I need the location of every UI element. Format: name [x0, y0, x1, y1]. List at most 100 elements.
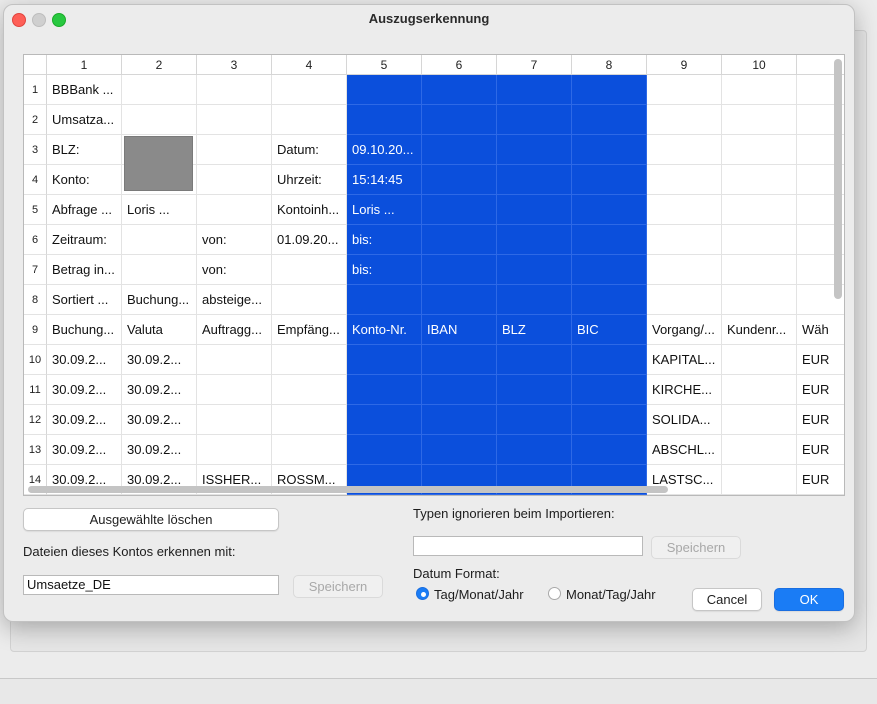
table-cell[interactable]: BBBank ...	[47, 75, 122, 105]
table-cell[interactable]	[722, 255, 797, 285]
table-cell[interactable]: von:	[197, 255, 272, 285]
row-header[interactable]: 9	[24, 315, 47, 345]
table-cell[interactable]	[572, 285, 647, 315]
table-cell[interactable]	[722, 375, 797, 405]
table-cell[interactable]: 30.09.2...	[122, 375, 197, 405]
row-header[interactable]: 11	[24, 375, 47, 405]
table-cell[interactable]	[497, 75, 572, 105]
table-cell[interactable]: KIRCHE...	[647, 375, 722, 405]
table-cell[interactable]	[722, 225, 797, 255]
table-cell[interactable]: KAPITAL...	[647, 345, 722, 375]
table-cell[interactable]	[272, 75, 347, 105]
vertical-scrollbar[interactable]	[834, 59, 842, 299]
column-header[interactable]: 5	[347, 55, 422, 75]
table-cell[interactable]: 30.09.2...	[122, 345, 197, 375]
table-cell[interactable]	[572, 75, 647, 105]
table-cell[interactable]	[497, 345, 572, 375]
table-cell[interactable]	[422, 225, 497, 255]
delete-selected-button[interactable]: Ausgewählte löschen	[23, 508, 279, 531]
table-cell[interactable]	[572, 105, 647, 135]
table-cell[interactable]	[422, 435, 497, 465]
column-header[interactable]: 10	[722, 55, 797, 75]
table-cell[interactable]	[722, 135, 797, 165]
table-cell[interactable]: IBAN	[422, 315, 497, 345]
column-header[interactable]: 6	[422, 55, 497, 75]
table-cell[interactable]	[497, 405, 572, 435]
table-cell[interactable]	[197, 75, 272, 105]
ok-button[interactable]: OK	[774, 588, 844, 611]
table-cell[interactable]: bis:	[347, 225, 422, 255]
table-cell[interactable]	[347, 375, 422, 405]
row-header[interactable]: 10	[24, 345, 47, 375]
table-cell[interactable]: Zeitraum:	[47, 225, 122, 255]
table-cell[interactable]: Datum:	[272, 135, 347, 165]
table-cell[interactable]: SOLIDA...	[647, 405, 722, 435]
table-cell[interactable]: Kontoinh...	[272, 195, 347, 225]
table-cell[interactable]: Empfäng...	[272, 315, 347, 345]
table-cell[interactable]	[197, 405, 272, 435]
table-cell[interactable]: absteige...	[197, 285, 272, 315]
table-cell[interactable]	[647, 225, 722, 255]
table-cell[interactable]	[197, 435, 272, 465]
table-cell[interactable]	[497, 195, 572, 225]
table-cell[interactable]	[422, 285, 497, 315]
table-cell[interactable]: Valuta	[122, 315, 197, 345]
table-cell[interactable]	[347, 75, 422, 105]
table-cell[interactable]: EUR	[797, 405, 844, 435]
table-cell[interactable]	[347, 435, 422, 465]
table-cell[interactable]	[722, 435, 797, 465]
table-cell[interactable]: BLZ	[497, 315, 572, 345]
radio-month-day-year-label[interactable]: Monat/Tag/Jahr	[566, 587, 656, 602]
table-cell[interactable]: Konto-Nr.	[347, 315, 422, 345]
table-cell[interactable]: EUR	[797, 465, 844, 495]
column-header[interactable]: 4	[272, 55, 347, 75]
table-cell[interactable]: 15:14:45	[347, 165, 422, 195]
table-cell[interactable]	[347, 105, 422, 135]
row-header[interactable]: 13	[24, 435, 47, 465]
table-cell[interactable]	[422, 375, 497, 405]
row-header[interactable]: 8	[24, 285, 47, 315]
table-cell[interactable]	[497, 135, 572, 165]
table-cell[interactable]: Vorgang/...	[647, 315, 722, 345]
table-cell[interactable]	[722, 195, 797, 225]
table-cell[interactable]	[647, 165, 722, 195]
table-cell[interactable]	[722, 345, 797, 375]
table-cell[interactable]	[422, 405, 497, 435]
table-cell[interactable]	[272, 255, 347, 285]
table-cell[interactable]: Loris ...	[122, 195, 197, 225]
table-cell[interactable]: Umsatza...	[47, 105, 122, 135]
table-cell[interactable]	[422, 195, 497, 225]
table-cell[interactable]	[497, 165, 572, 195]
radio-day-month-year-label[interactable]: Tag/Monat/Jahr	[434, 587, 524, 602]
table-cell[interactable]: 30.09.2...	[122, 435, 197, 465]
row-header[interactable]: 3	[24, 135, 47, 165]
table-cell[interactable]: 30.09.2...	[122, 405, 197, 435]
row-header[interactable]: 2	[24, 105, 47, 135]
table-cell[interactable]: Abfrage ...	[47, 195, 122, 225]
column-header[interactable]: 8	[572, 55, 647, 75]
table-cell[interactable]	[647, 135, 722, 165]
table-cell[interactable]	[347, 405, 422, 435]
save-recognize-button[interactable]: Speichern	[293, 575, 383, 598]
column-header[interactable]: 1	[47, 55, 122, 75]
ignore-types-input[interactable]	[413, 536, 643, 556]
table-cell[interactable]: BLZ:	[47, 135, 122, 165]
table-cell[interactable]: Wäh	[797, 315, 844, 345]
table-cell[interactable]	[122, 255, 197, 285]
table-cell[interactable]	[347, 345, 422, 375]
table-cell[interactable]	[647, 195, 722, 225]
table-cell[interactable]	[572, 405, 647, 435]
table-cell[interactable]	[197, 105, 272, 135]
table-cell[interactable]: Sortiert ...	[47, 285, 122, 315]
table-cell[interactable]	[272, 345, 347, 375]
table-cell[interactable]	[122, 75, 197, 105]
table-cell[interactable]: Kundenr...	[722, 315, 797, 345]
table-cell[interactable]	[722, 165, 797, 195]
table-cell[interactable]	[647, 75, 722, 105]
table-cell[interactable]	[272, 285, 347, 315]
row-header[interactable]: 4	[24, 165, 47, 195]
table-cell[interactable]	[722, 465, 797, 495]
row-header[interactable]: 1	[24, 75, 47, 105]
table-cell[interactable]: 30.09.2...	[47, 405, 122, 435]
table-cell[interactable]	[497, 225, 572, 255]
